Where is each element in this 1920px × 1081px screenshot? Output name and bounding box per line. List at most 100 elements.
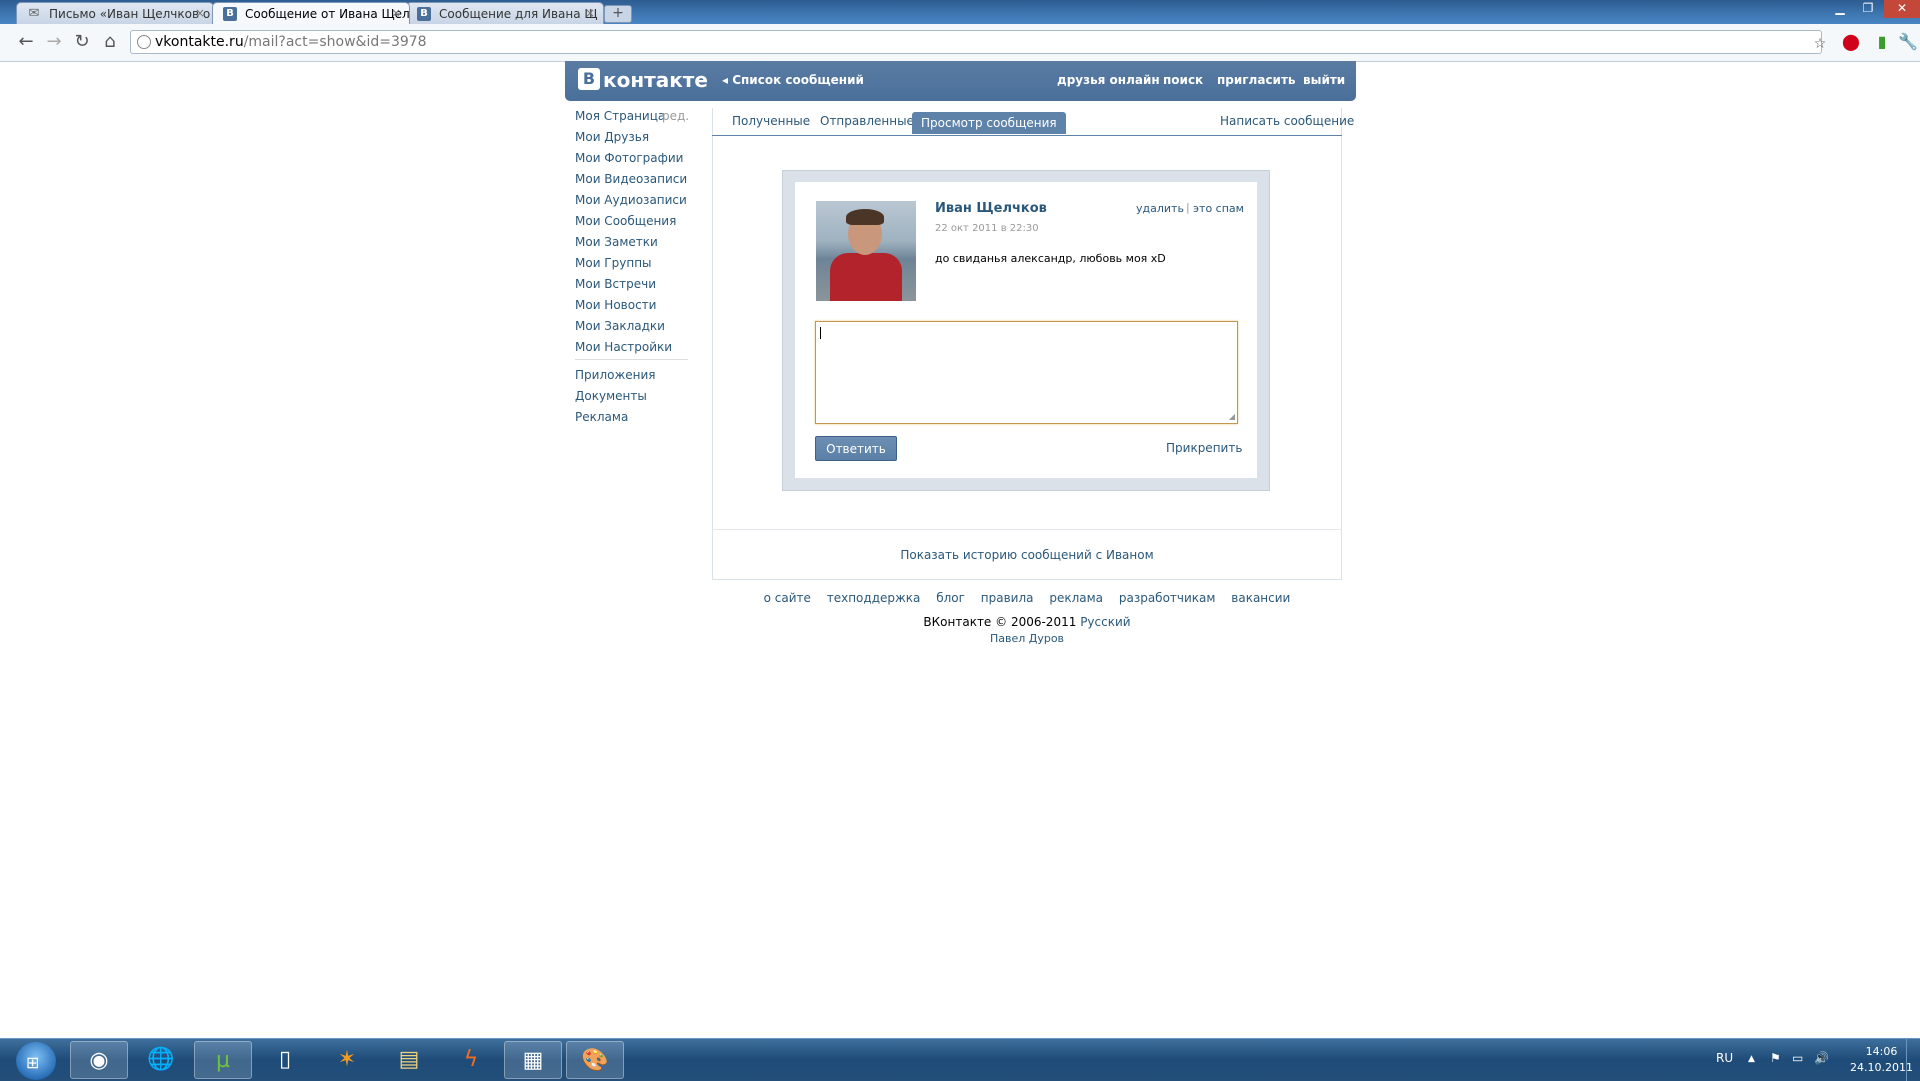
- close-icon[interactable]: ×: [391, 6, 401, 20]
- tab-sent[interactable]: Отправленные: [820, 114, 914, 128]
- flag-icon[interactable]: ⚑: [1770, 1051, 1781, 1065]
- language-link[interactable]: Русский: [1080, 615, 1130, 629]
- nav-my-events[interactable]: Мои Встречи: [575, 277, 656, 291]
- url-host: vkontakte.ru: [155, 34, 244, 50]
- system-clock[interactable]: 14:06 24.10.2011: [1850, 1044, 1913, 1076]
- nav-logout[interactable]: выйти: [1303, 73, 1345, 87]
- close-icon[interactable]: ×: [585, 6, 595, 20]
- footer-blog[interactable]: блог: [936, 591, 965, 605]
- footer-vacancies[interactable]: вакансии: [1231, 591, 1290, 605]
- close-icon[interactable]: ×: [195, 6, 205, 20]
- mail-icon: ✉: [28, 6, 40, 21]
- nav-documents[interactable]: Документы: [575, 389, 647, 403]
- network-icon[interactable]: 🌐: [132, 1041, 190, 1079]
- nav-my-messages[interactable]: Мои Сообщения: [575, 214, 676, 228]
- reply-button[interactable]: Ответить: [815, 436, 897, 461]
- resize-grip-icon[interactable]: ◢: [1229, 412, 1235, 421]
- delete-link[interactable]: удалить: [1136, 202, 1184, 215]
- tab-title: Письмо «Иван Щелчков о: [49, 7, 211, 21]
- back-to-messages-link[interactable]: ◂ Список сообщений: [722, 73, 864, 87]
- nav-my-news[interactable]: Мои Новости: [575, 298, 656, 312]
- spam-link[interactable]: это спам: [1193, 202, 1244, 215]
- remote-desktop-icon[interactable]: ▦: [504, 1041, 562, 1079]
- document-icon[interactable]: ▯: [256, 1041, 314, 1079]
- nav-applications[interactable]: Приложения: [575, 368, 656, 382]
- vk-logo-icon: B: [578, 68, 600, 90]
- footer-about[interactable]: о сайте: [764, 591, 811, 605]
- nav-my-notes[interactable]: Мои Заметки: [575, 235, 658, 249]
- vk-icon: B: [223, 7, 237, 21]
- forward-icon[interactable]: →: [42, 30, 66, 54]
- language-indicator[interactable]: RU: [1716, 1051, 1733, 1065]
- clock-time: 14:06: [1865, 1045, 1898, 1058]
- address-bar[interactable]: vkontakte.ru/mail?act=show&id=3978: [130, 30, 1822, 54]
- paint-icon[interactable]: 🎨: [566, 1041, 624, 1079]
- signal-icon[interactable]: ▮: [1872, 32, 1892, 52]
- tab-received[interactable]: Полученные: [732, 114, 810, 128]
- message-date: 22 окт 2011 в 22:30: [935, 223, 1039, 234]
- nav-my-videos[interactable]: Мои Видеозаписи: [575, 172, 687, 186]
- back-link-label: Список сообщений: [732, 73, 864, 87]
- network-tray-icon[interactable]: ▭: [1792, 1051, 1803, 1065]
- nav-edit-link[interactable]: ред.: [662, 109, 689, 123]
- new-tab-button[interactable]: +: [604, 5, 632, 23]
- nav-my-settings[interactable]: Мои Настройки: [575, 340, 672, 354]
- attach-link[interactable]: Прикрепить: [1166, 441, 1242, 455]
- nav-my-friends[interactable]: Мои Друзья: [575, 130, 649, 144]
- wrench-icon[interactable]: 🔧: [1898, 32, 1918, 52]
- footer-links: о сайте техподдержка блог правила реклам…: [712, 591, 1342, 605]
- restore-icon[interactable]: ❐: [1854, 0, 1882, 18]
- nav-divider: [575, 359, 688, 360]
- reply-textarea[interactable]: ◢: [815, 321, 1238, 424]
- flash-icon[interactable]: ϟ: [442, 1041, 500, 1079]
- sender-avatar[interactable]: [816, 201, 916, 301]
- tab-title: Сообщение для Ивана Щ: [439, 7, 598, 21]
- clock-date: 24.10.2011: [1850, 1061, 1913, 1074]
- browser-tab-strip: ✉ Письмо «Иван Щелчков о × B Сообщение о…: [0, 0, 1920, 24]
- star-icon[interactable]: ☆: [1810, 34, 1830, 54]
- avast-icon[interactable]: ✶: [318, 1041, 376, 1079]
- show-history-link[interactable]: Показать историю сообщений с Иваном: [712, 548, 1342, 562]
- vk-header: Bконтакте ◂ Список сообщений друзья онла…: [565, 61, 1356, 101]
- chrome-icon[interactable]: ◉: [70, 1041, 128, 1079]
- footer-developers[interactable]: разработчикам: [1119, 591, 1216, 605]
- start-button[interactable]: ⊞: [16, 1042, 56, 1080]
- nav-my-photos[interactable]: Мои Фотографии: [575, 151, 683, 165]
- text-cursor: [820, 327, 821, 339]
- vk-logo[interactable]: Bконтакте: [578, 68, 708, 92]
- home-icon[interactable]: ⌂: [98, 30, 122, 54]
- volume-icon[interactable]: 🔊: [1814, 1051, 1829, 1065]
- adblock-icon[interactable]: ⬤: [1841, 32, 1861, 52]
- folder-icon[interactable]: ▤: [380, 1041, 438, 1079]
- nav-my-groups[interactable]: Мои Группы: [575, 256, 652, 270]
- nav-my-audio[interactable]: Мои Аудиозаписи: [575, 193, 687, 207]
- nav-my-page[interactable]: Моя Страница: [575, 109, 665, 123]
- globe-icon: [137, 35, 151, 49]
- browser-tab-message-from[interactable]: B Сообщение от Ивана Щел ×: [212, 2, 410, 24]
- utorrent-icon[interactable]: µ: [194, 1041, 252, 1079]
- nav-search[interactable]: поиск: [1163, 73, 1203, 87]
- footer-rules[interactable]: правила: [981, 591, 1034, 605]
- footer-support[interactable]: техподдержка: [827, 591, 921, 605]
- tab-view-message[interactable]: Просмотр сообщения: [912, 112, 1066, 134]
- nav-friends-online[interactable]: друзья онлайн: [1057, 73, 1160, 87]
- browser-tab-message-to[interactable]: B Сообщение для Ивана Щ ×: [406, 2, 604, 24]
- show-hidden-icons[interactable]: ▲: [1748, 1054, 1755, 1064]
- close-window-icon[interactable]: ✕: [1884, 0, 1920, 18]
- copyright-text: ВКонтакте © 2006-2011: [923, 615, 1077, 629]
- show-desktop-button[interactable]: [1906, 1039, 1920, 1081]
- browser-tab-mail[interactable]: ✉ Письмо «Иван Щелчков о ×: [16, 2, 214, 24]
- windows-logo-icon: ⊞: [26, 1053, 40, 1072]
- compose-message-link[interactable]: Написать сообщение: [1220, 114, 1354, 128]
- nav-my-bookmarks[interactable]: Мои Закладки: [575, 319, 665, 333]
- minimize-icon[interactable]: ▁: [1826, 0, 1854, 18]
- reload-icon[interactable]: ↻: [70, 30, 94, 54]
- url-path: /mail?act=show&id=3978: [243, 34, 427, 50]
- author-link[interactable]: Павел Дуров: [712, 632, 1342, 645]
- back-icon[interactable]: ←: [14, 30, 38, 54]
- nav-ads[interactable]: Реклама: [575, 410, 628, 424]
- nav-invite[interactable]: пригласить: [1217, 73, 1296, 87]
- footer-ads[interactable]: реклама: [1049, 591, 1103, 605]
- sender-name[interactable]: Иван Щелчков: [935, 201, 1047, 216]
- action-separator: |: [1186, 201, 1190, 214]
